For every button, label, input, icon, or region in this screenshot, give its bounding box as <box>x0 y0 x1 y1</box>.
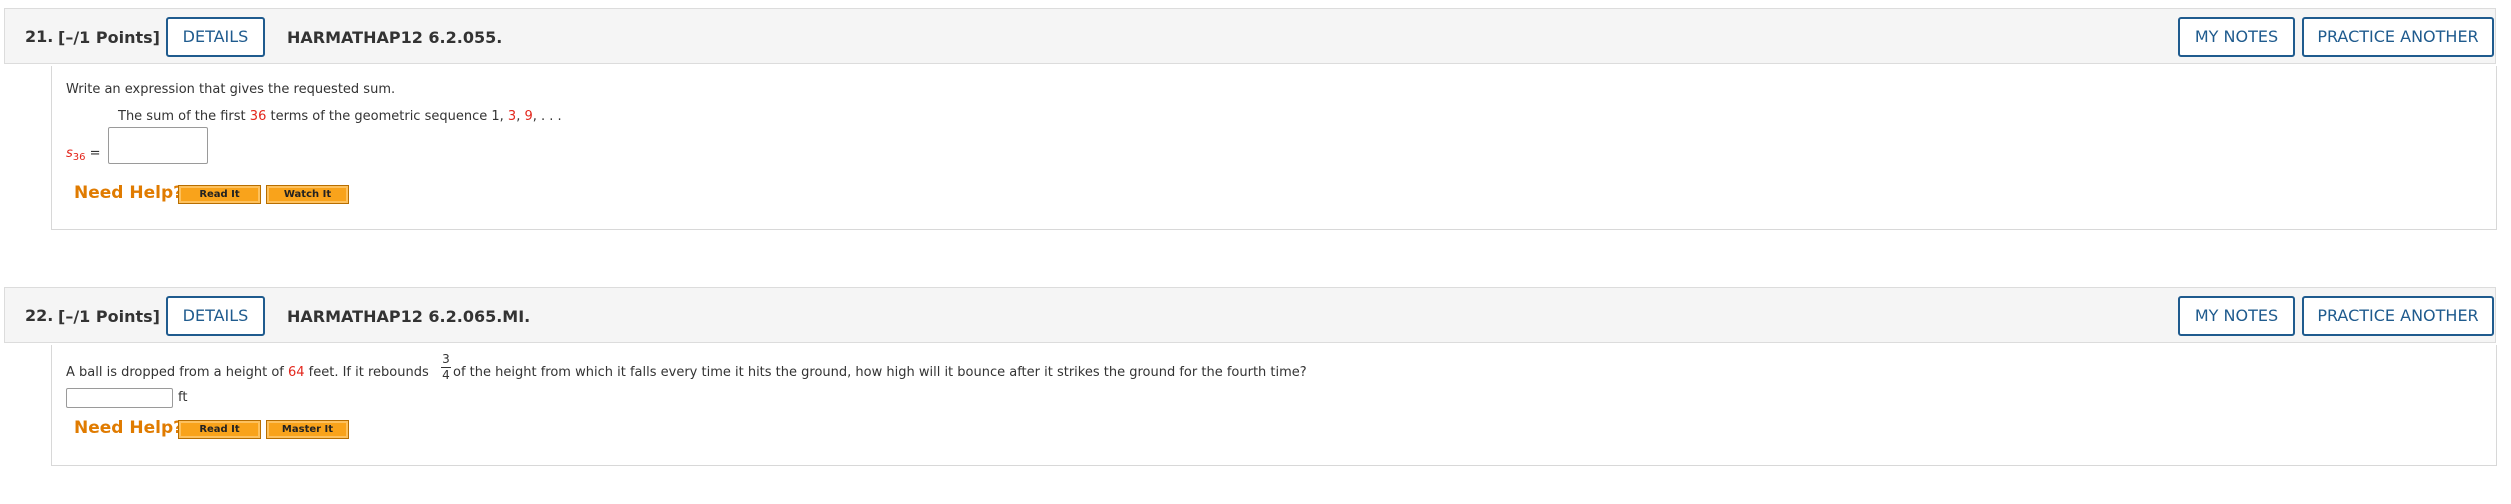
prompt-part1: The sum of the first <box>118 109 250 124</box>
answer-input[interactable] <box>66 388 173 408</box>
prompt-part2: feet. If it rebounds <box>304 365 433 380</box>
master-it-button[interactable]: Master It <box>266 420 349 439</box>
answer-equals: = <box>85 146 101 161</box>
practice-another-button[interactable]: PRACTICE ANOTHER <box>2302 296 2494 336</box>
watch-it-button[interactable]: Watch It <box>266 185 349 204</box>
question-points: [–/1 Points] <box>58 28 160 47</box>
instruction-text: Write an expression that gives the reque… <box>66 82 396 97</box>
question-points: [–/1 Points] <box>58 307 160 326</box>
prompt-n-value: 36 <box>249 109 267 124</box>
prompt-text: A ball is dropped from a height of 64 fe… <box>66 365 1307 380</box>
fraction-three-quarters: 3 4 <box>440 353 452 382</box>
prompt-part3: , . . . <box>532 109 562 124</box>
my-notes-button[interactable]: MY NOTES <box>2178 17 2295 57</box>
question-number: 22. <box>25 306 54 325</box>
my-notes-button[interactable]: MY NOTES <box>2178 296 2295 336</box>
question-number: 21. <box>25 27 54 46</box>
question-code: HARMATHAP12 6.2.055. <box>287 28 503 47</box>
fraction-numerator: 3 <box>442 352 450 366</box>
prompt-part1: A ball is dropped from a height of <box>66 365 288 380</box>
question-header: 21. [–/1 Points] DETAILS HARMATHAP12 6.2… <box>4 8 2496 64</box>
fraction-denominator: 4 <box>442 368 450 382</box>
need-help-label: Need Help? <box>74 418 183 438</box>
prompt-part3: of the height from which it falls every … <box>448 365 1307 380</box>
details-button[interactable]: DETAILS <box>166 17 265 57</box>
question-header: 22. [–/1 Points] DETAILS HARMATHAP12 6.2… <box>4 287 2496 343</box>
prompt-part2: terms of the geometric sequence 1, <box>266 109 508 124</box>
details-button[interactable]: DETAILS <box>166 296 265 336</box>
answer-unit: ft <box>178 390 188 405</box>
prompt-term-3: 9 <box>524 109 533 124</box>
answer-subscript: 36 <box>72 152 86 163</box>
prompt-term-2: 3 <box>507 109 517 124</box>
answer-label: s36 = <box>66 146 101 163</box>
question-body: Write an expression that gives the reque… <box>51 66 2497 230</box>
question-body: A ball is dropped from a height of 64 fe… <box>51 345 2497 466</box>
practice-another-button[interactable]: PRACTICE ANOTHER <box>2302 17 2494 57</box>
read-it-button[interactable]: Read It <box>178 185 261 204</box>
prompt-height-value: 64 <box>287 365 305 380</box>
answer-variable: s <box>66 146 73 161</box>
prompt-text: The sum of the first 36 terms of the geo… <box>118 109 562 124</box>
answer-input[interactable] <box>108 127 208 164</box>
need-help-label: Need Help? <box>74 183 183 203</box>
read-it-button[interactable]: Read It <box>178 420 261 439</box>
question-code: HARMATHAP12 6.2.065.MI. <box>287 307 531 326</box>
